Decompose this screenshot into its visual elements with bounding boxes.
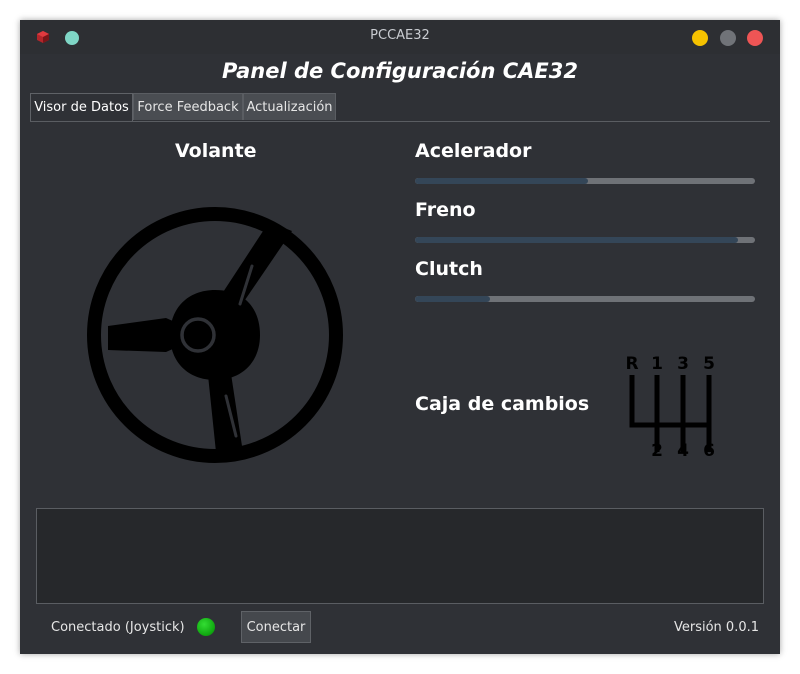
gear-label-3: 3 bbox=[677, 354, 689, 374]
clutch-bar bbox=[415, 296, 755, 302]
gearbox-label: Caja de cambios bbox=[415, 393, 590, 415]
gear-label-5: 5 bbox=[703, 354, 715, 374]
clutch-bar-fill bbox=[415, 296, 490, 302]
gear-label-6: 6 bbox=[703, 441, 715, 460]
minimize-button[interactable] bbox=[692, 30, 708, 46]
main-window: PCCAE32 Panel de Configuración CAE32 Vis… bbox=[20, 20, 780, 654]
gear-label-r: R bbox=[625, 354, 638, 374]
tab-force-feedback[interactable]: Force Feedback bbox=[133, 93, 243, 120]
gear-bottom-labels: 2 4 6 bbox=[651, 441, 715, 460]
gear-label-2: 2 bbox=[651, 441, 663, 460]
steering-wheel-icon bbox=[87, 207, 343, 463]
accelerator-bar-fill bbox=[415, 178, 589, 184]
accelerator-label: Acelerador bbox=[415, 140, 532, 162]
tab-visor-de-datos[interactable]: Visor de Datos bbox=[30, 93, 133, 122]
window-title: PCCAE32 bbox=[370, 28, 430, 43]
connection-status: Conectado (Joystick) bbox=[51, 620, 185, 635]
brake-bar bbox=[415, 237, 755, 243]
close-button[interactable] bbox=[747, 30, 763, 46]
page-title: Panel de Configuración CAE32 bbox=[222, 59, 578, 83]
accelerator-bar bbox=[415, 178, 755, 184]
log-console[interactable] bbox=[36, 508, 764, 604]
title-bar[interactable]: PCCAE32 bbox=[20, 20, 780, 54]
tab-actualizacion[interactable]: Actualización bbox=[243, 93, 336, 120]
connect-button[interactable]: Conectar bbox=[241, 611, 311, 643]
brake-bar-fill bbox=[415, 237, 738, 243]
status-led-icon bbox=[197, 618, 215, 636]
maximize-button[interactable] bbox=[720, 30, 736, 46]
clutch-label: Clutch bbox=[415, 258, 483, 280]
brake-label: Freno bbox=[415, 199, 476, 221]
gear-label-4: 4 bbox=[677, 441, 689, 460]
version-label: Versión 0.0.1 bbox=[673, 620, 759, 635]
tab-divider bbox=[30, 121, 770, 122]
steering-label: Volante bbox=[175, 140, 257, 162]
gear-label-1: 1 bbox=[651, 354, 663, 374]
